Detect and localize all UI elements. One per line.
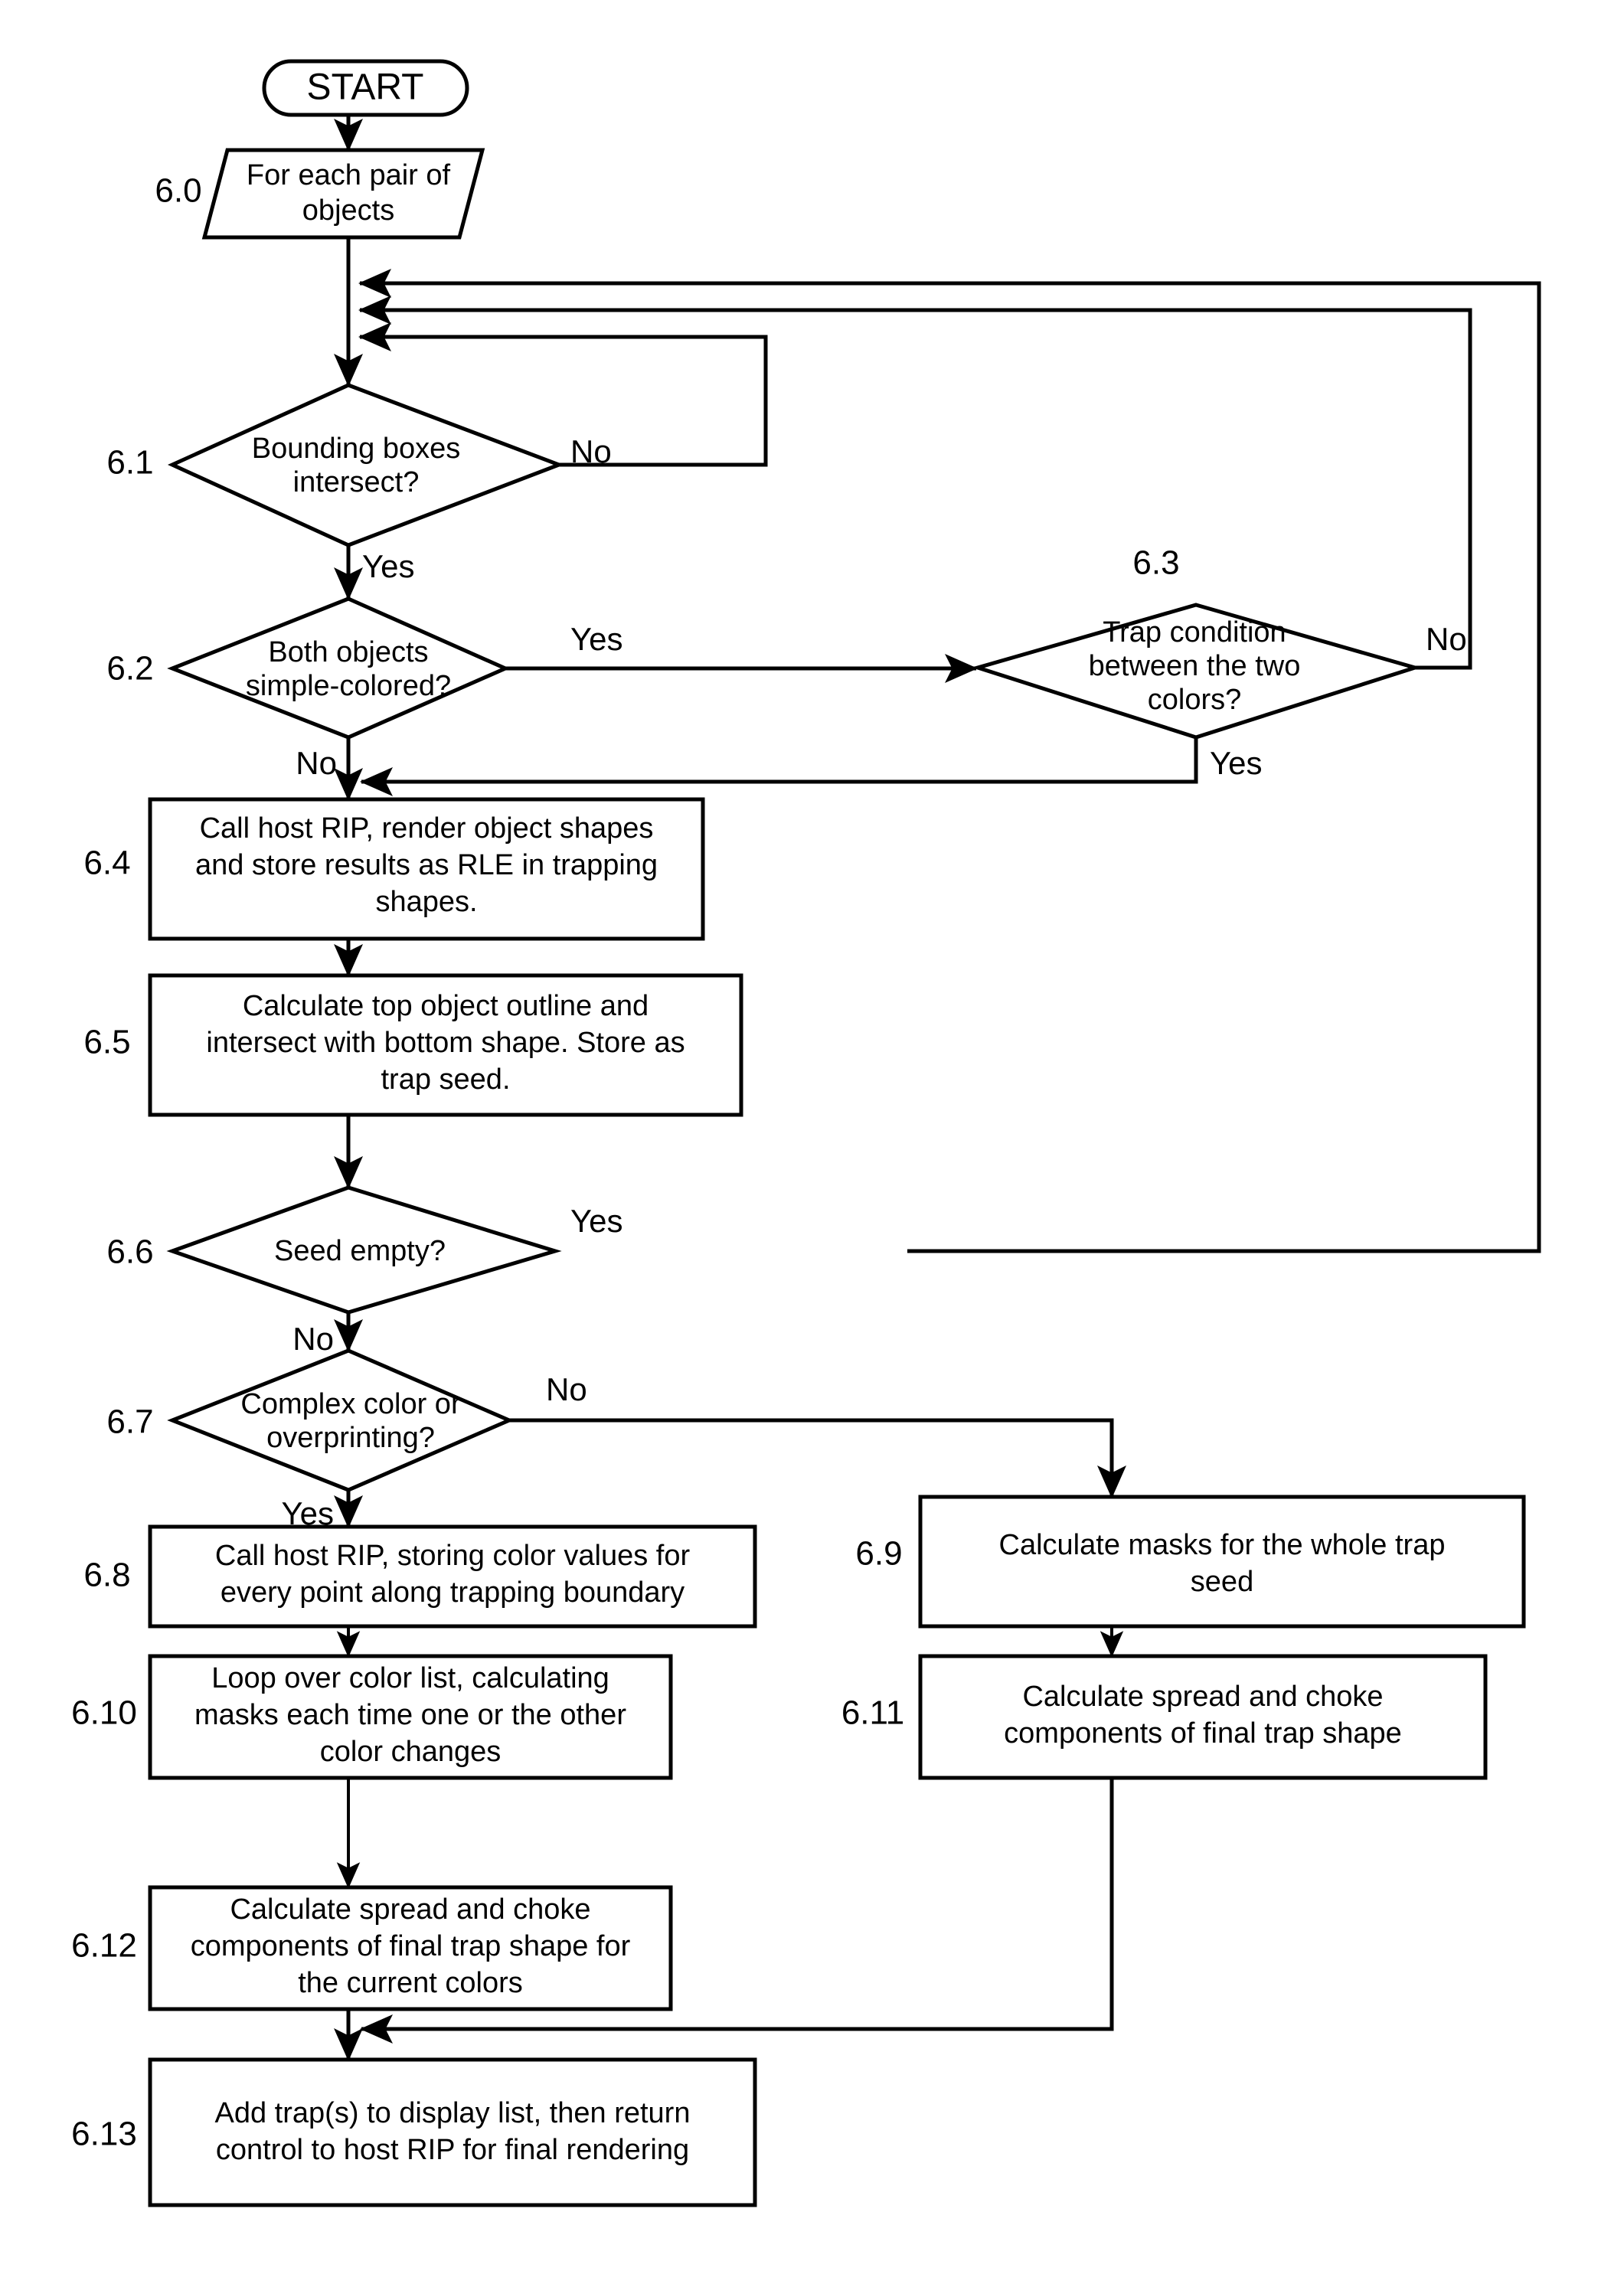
node-6-12-line-1: Calculate spread and choke (230, 1893, 590, 1926)
step-number-6-10: 6.10 (71, 1694, 137, 1732)
node-6-4-line-1: Call host RIP, render object shapes (200, 812, 654, 845)
edge-label-6-7-no: No (546, 1371, 587, 1407)
edge-63-yes-to-64 (359, 737, 1198, 796)
node-6-2-line-2: simple-colored? (246, 670, 451, 702)
add-traps-to-display-list-box (148, 2057, 757, 2207)
node-6-8: 6.8 Call host RIP, storing color values … (83, 1524, 757, 1629)
node-6-7-line-2: overprinting? (266, 1422, 435, 1454)
step-number-6-0: 6.0 (155, 172, 201, 210)
node-6-6-line-1: Seed empty? (274, 1235, 446, 1267)
node-6-11-line-2: components of final trap shape (1004, 1717, 1402, 1750)
edge-67-no-to-69 (509, 1418, 1126, 1499)
node-6-13-line-2: control to host RIP for final rendering (216, 2134, 689, 2166)
node-6-9-line-2: seed (1191, 1566, 1253, 1598)
edge-63-no-return (358, 296, 1472, 670)
step-number-6-3: 6.3 (1132, 544, 1179, 582)
node-6-7-line-1: Complex color or (240, 1388, 461, 1420)
node-6-3-line-3: colors? (1148, 684, 1242, 716)
start-label: START (307, 67, 424, 108)
node-6-3-line-2: between the two (1089, 650, 1301, 682)
node-6-12-line-2: components of final trap shape for (191, 1930, 631, 1962)
node-6-10-line-2: masks each time one or the other (194, 1699, 626, 1731)
step-number-6-6: 6.6 (106, 1233, 153, 1271)
node-6-5-line-1: Calculate top object outline and (243, 990, 649, 1022)
step-number-6-4: 6.4 (83, 845, 130, 882)
node-6-1: 6.1 Bounding boxes intersect? No Yes (106, 383, 612, 584)
edge-label-6-2-no: No (296, 745, 337, 781)
edge-label-6-2-yes: Yes (570, 621, 623, 657)
edge-label-6-3-yes: Yes (1210, 745, 1263, 781)
node-6-4-line-2: and store results as RLE in trapping (195, 849, 658, 881)
node-6-2-line-1: Both objects (268, 636, 428, 668)
node-6-2: 6.2 Both objects simple-colored? Yes No (106, 596, 623, 781)
node-6-5-line-3: trap seed. (381, 1063, 511, 1096)
node-6-1-line-2: intersect? (293, 466, 420, 498)
step-number-6-8: 6.8 (83, 1557, 130, 1594)
step-number-6-12: 6.12 (71, 1927, 137, 1965)
edge-label-6-3-no: No (1426, 621, 1467, 657)
node-6-0-line-1: For each pair of (247, 159, 451, 191)
step-number-6-1: 6.1 (106, 444, 153, 482)
node-6-8-line-1: Call host RIP, storing color values for (215, 1540, 691, 1572)
flowchart-canvas: START 6.0 For each pair of objects 6.1 B… (71, 59, 1541, 2207)
node-6-11: 6.11 Calculate spread and choke componen… (841, 1654, 1488, 1780)
step-number-6-7: 6.7 (106, 1403, 153, 1441)
node-6-9-line-1: Calculate masks for the whole trap (999, 1529, 1446, 1561)
edge-label-6-6-no: No (292, 1321, 334, 1357)
edge-label-6-1-yes: Yes (362, 548, 415, 584)
node-6-10-line-1: Loop over color list, calculating (211, 1662, 609, 1694)
node-6-3-line-1: Trap condition (1103, 616, 1286, 649)
node-start: START (262, 59, 469, 117)
node-6-0: 6.0 For each pair of objects (155, 148, 485, 240)
node-6-5: 6.5 Calculate top object outline and int… (83, 973, 743, 1117)
step-number-6-5: 6.5 (83, 1024, 130, 1061)
node-6-10-line-3: color changes (320, 1736, 502, 1768)
node-6-13-line-1: Add trap(s) to display list, then return (215, 2097, 691, 2129)
node-6-13: 6.13 Add trap(s) to display list, then r… (71, 2057, 757, 2207)
node-6-1-line-1: Bounding boxes (252, 433, 461, 465)
step-number-6-11: 6.11 (841, 1694, 904, 1732)
step-number-6-9: 6.9 (855, 1535, 902, 1573)
node-6-4-line-3: shapes. (375, 886, 477, 918)
node-6-8-line-2: every point along trapping boundary (221, 1576, 685, 1609)
bounding-boxes-intersect-diamond (167, 383, 565, 547)
node-6-4: 6.4 Call host RIP, render object shapes … (83, 797, 705, 941)
node-6-12: 6.12 Calculate spread and choke componen… (71, 1885, 673, 2011)
step-number-6-2: 6.2 (106, 650, 153, 688)
node-6-3: 6.3 Trap condition between the two color… (971, 544, 1467, 781)
node-6-9: 6.9 Calculate masks for the whole trap s… (855, 1495, 1526, 1629)
flowchart-diagram: START 6.0 For each pair of objects 6.1 B… (0, 0, 1624, 2274)
step-number-6-13: 6.13 (71, 2116, 137, 2153)
node-6-0-line-2: objects (302, 194, 394, 227)
node-6-10: 6.10 Loop over color list, calculating m… (71, 1654, 673, 1780)
node-6-12-line-3: the current colors (298, 1967, 523, 1999)
node-6-5-line-2: intersect with bottom shape. Store as (206, 1027, 685, 1059)
calculate-masks-whole-trap-seed-box (918, 1495, 1526, 1629)
edge-label-6-6-yes: Yes (570, 1203, 623, 1239)
edge-label-6-1-no: No (570, 433, 612, 469)
node-6-11-line-1: Calculate spread and choke (1022, 1681, 1383, 1713)
node-6-6: 6.6 Seed empty? Yes No (106, 1185, 623, 1357)
